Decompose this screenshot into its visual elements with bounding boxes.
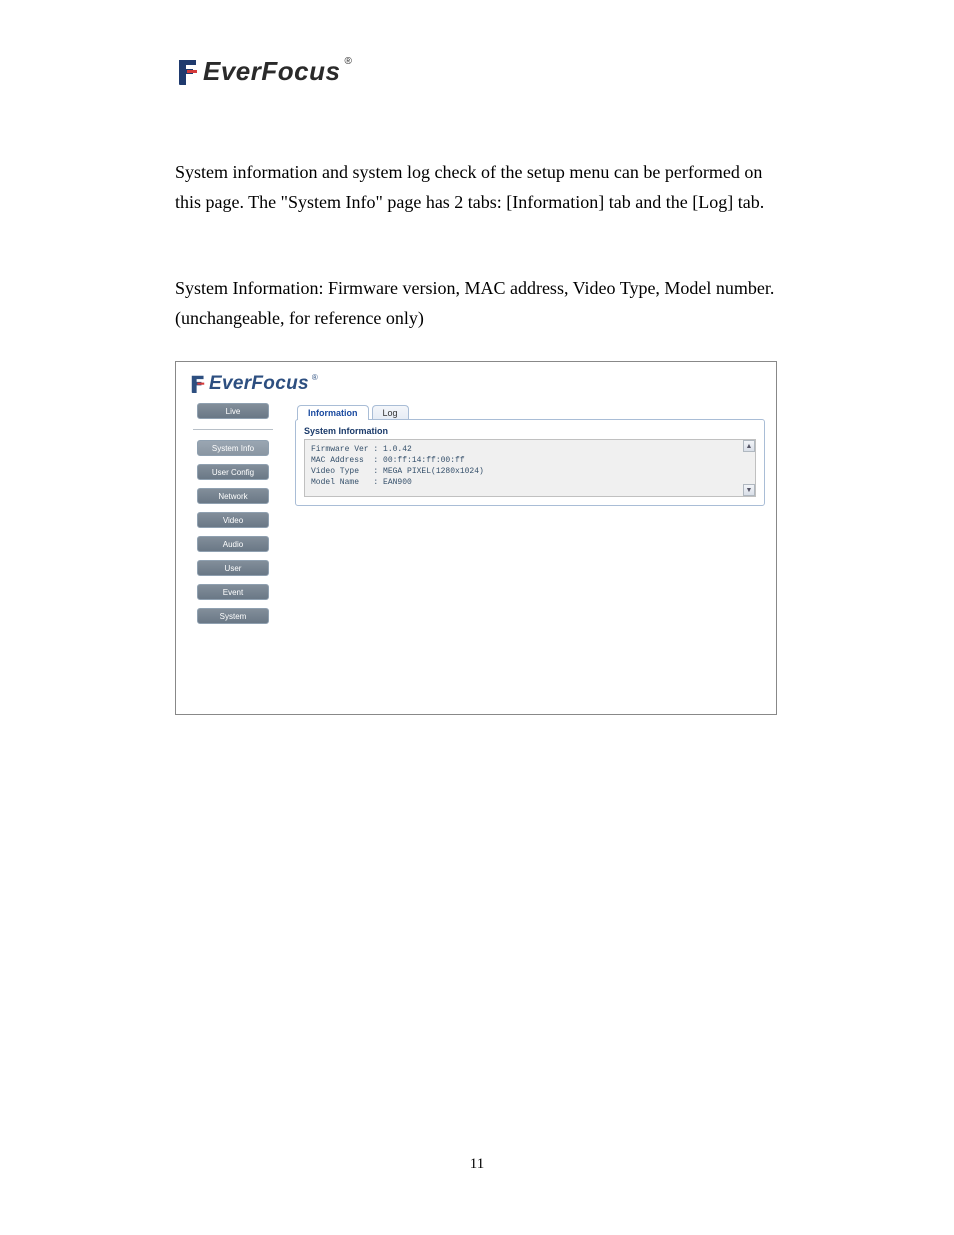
system-information-panel: System Information Firmware Ver : 1.0.42… bbox=[295, 419, 765, 506]
scroll-down-button[interactable]: ▼ bbox=[743, 484, 755, 496]
everfocus-logo-icon bbox=[189, 374, 207, 394]
sidebar-item-system-info[interactable]: System Info bbox=[197, 440, 269, 456]
page-number: 11 bbox=[0, 1156, 954, 1173]
sidebar-item-user-config[interactable]: User Config bbox=[197, 464, 269, 480]
everfocus-logo-icon bbox=[175, 58, 201, 86]
scroll-up-button[interactable]: ▲ bbox=[743, 440, 755, 452]
tab-information[interactable]: Information bbox=[297, 405, 369, 420]
brand-text: EverFocus bbox=[203, 56, 340, 87]
ui-header: EverFocus ® bbox=[181, 367, 771, 403]
system-info-textarea: Firmware Ver : 1.0.42 MAC Address : 00:f… bbox=[304, 439, 756, 497]
sidebar-item-event[interactable]: Event bbox=[197, 584, 269, 600]
tab-log[interactable]: Log bbox=[372, 405, 409, 420]
sidebar-item-live[interactable]: Live bbox=[197, 403, 269, 419]
page-logo: EverFocus ® bbox=[175, 56, 779, 87]
intro-paragraph: System information and system log check … bbox=[175, 157, 779, 217]
registered-mark: ® bbox=[344, 56, 351, 67]
sidebar-item-system[interactable]: System bbox=[197, 608, 269, 624]
system-info-paragraph: System Information: Firmware version, MA… bbox=[175, 273, 779, 333]
sidebar-item-video[interactable]: Video bbox=[197, 512, 269, 528]
tabs: Information Log bbox=[297, 405, 765, 420]
sidebar-item-network[interactable]: Network bbox=[197, 488, 269, 504]
ui-brand-text: EverFocus bbox=[209, 373, 309, 395]
content-pane: Information Log System Information Firmw… bbox=[295, 403, 765, 703]
sidebar-item-user[interactable]: User bbox=[197, 560, 269, 576]
ui-registered-mark: ® bbox=[312, 373, 318, 382]
sidebar-divider bbox=[193, 429, 273, 430]
sidebar: Live System Info User Config Network Vid… bbox=[187, 403, 279, 703]
panel-title: System Information bbox=[304, 426, 756, 436]
sidebar-item-audio[interactable]: Audio bbox=[197, 536, 269, 552]
embedded-ui-screenshot: EverFocus ® Live System Info User Config… bbox=[175, 361, 777, 715]
